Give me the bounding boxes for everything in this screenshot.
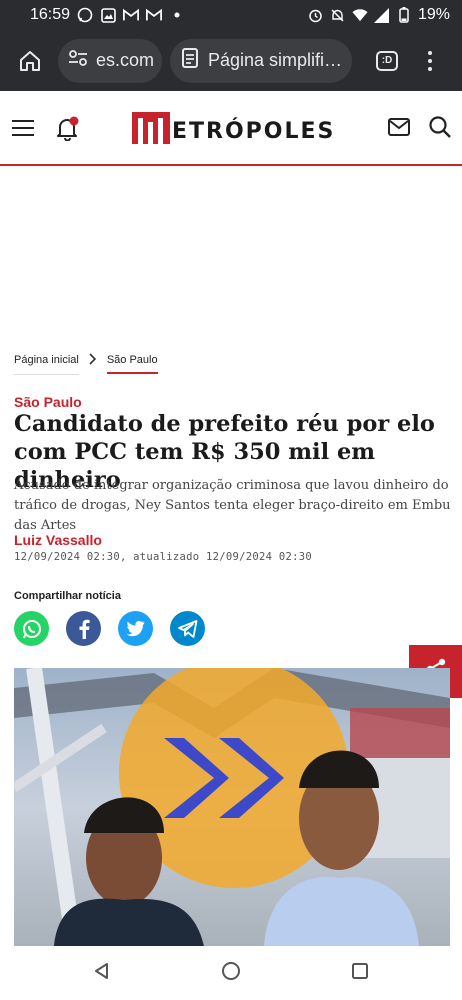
site-header: ETRÓPOLES xyxy=(0,91,462,166)
simplified-page-chip[interactable]: Página simplifi… xyxy=(170,38,352,83)
mute-icon xyxy=(330,7,346,23)
browser-toolbar: es.com Página simplifi… :D xyxy=(0,30,462,91)
article-author[interactable]: Luiz Vassallo xyxy=(14,532,102,548)
alarm-icon xyxy=(308,7,324,23)
share-buttons xyxy=(14,611,205,646)
article-dates: 12/09/2024 02:30, atualizado 12/09/2024 … xyxy=(14,551,312,563)
gallery-icon xyxy=(100,7,116,23)
whatsapp-icon[interactable] xyxy=(14,611,49,646)
chevron-right-icon xyxy=(89,352,97,368)
telegram-icon[interactable] xyxy=(170,611,205,646)
logo-text: ETRÓPOLES xyxy=(172,119,336,144)
overflow-menu-icon[interactable] xyxy=(428,50,432,71)
article-photo xyxy=(14,668,450,946)
hamburger-menu-icon[interactable] xyxy=(12,120,34,141)
article-dek: Acusado de integrar organização criminos… xyxy=(14,478,451,533)
notification-bell-icon[interactable] xyxy=(56,115,80,146)
home-icon[interactable] xyxy=(12,43,48,79)
dot-icon xyxy=(169,7,185,23)
simplified-page-label: Página simplifi… xyxy=(208,50,343,70)
twitter-icon[interactable] xyxy=(118,611,153,646)
article-kicker[interactable]: São Paulo xyxy=(14,394,82,410)
metropoles-logo[interactable]: ETRÓPOLES xyxy=(132,111,335,144)
search-icon[interactable] xyxy=(428,115,452,144)
url-bar[interactable]: es.com xyxy=(58,38,162,83)
whatsapp-icon xyxy=(77,7,93,23)
system-nav-bar xyxy=(0,946,462,1000)
battery-icon xyxy=(396,7,412,23)
document-icon xyxy=(182,48,198,73)
wifi-icon xyxy=(352,7,368,23)
home-icon[interactable] xyxy=(221,961,241,986)
signal-icon xyxy=(373,7,390,23)
share-title: Compartilhar notícia xyxy=(14,590,121,602)
battery-percent: 19% xyxy=(417,6,450,23)
logo-mark xyxy=(132,111,170,144)
recents-icon[interactable] xyxy=(351,962,369,985)
gmail-icon xyxy=(123,7,140,23)
breadcrumb-section[interactable]: São Paulo xyxy=(106,354,158,374)
site-settings-icon[interactable] xyxy=(68,49,88,72)
breadcrumb: Página inicial São Paulo xyxy=(14,352,158,376)
back-icon[interactable] xyxy=(93,962,111,985)
url-text: es.com xyxy=(96,50,155,70)
tabs-switcher-button[interactable]: :D xyxy=(376,50,398,71)
facebook-icon[interactable] xyxy=(66,611,101,646)
mail-icon[interactable] xyxy=(388,118,410,141)
gmail-icon xyxy=(146,7,163,23)
status-time: 16:59 xyxy=(30,6,71,23)
breadcrumb-home[interactable]: Página inicial xyxy=(14,354,79,375)
status-bar: 16:59 19% xyxy=(0,0,462,30)
